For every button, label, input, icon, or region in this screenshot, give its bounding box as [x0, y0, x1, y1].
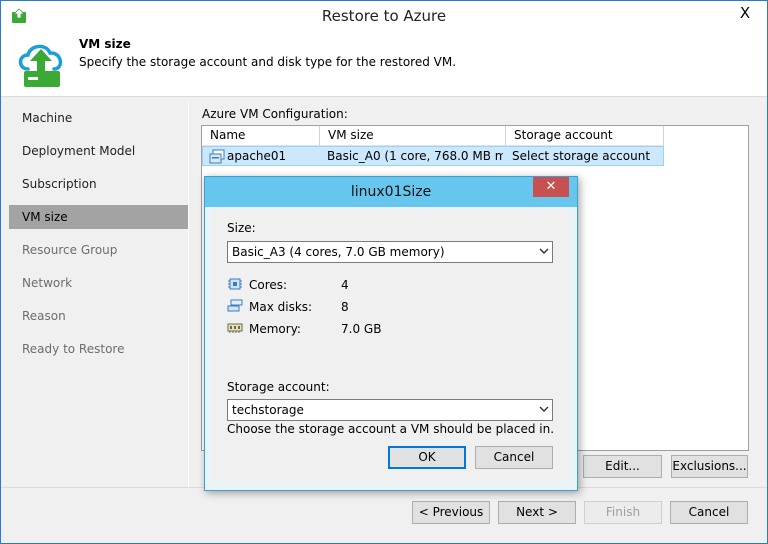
table-row[interactable]: apache01 Basic_A0 (1 core, 768.0 MB me..…: [202, 146, 664, 166]
dialog-title-bar: linux01Size ✕: [205, 177, 577, 207]
step-vm-size[interactable]: VM size: [9, 205, 188, 229]
exclusions-button[interactable]: Exclusions...: [671, 455, 748, 478]
previous-button[interactable]: < Previous: [412, 501, 490, 524]
memory-label: Memory:: [249, 322, 301, 336]
dialog-close-button[interactable]: ✕: [533, 177, 569, 197]
cores-label: Cores:: [249, 278, 288, 292]
column-header-vm-size[interactable]: VM size: [320, 126, 506, 146]
size-dropdown-value: Basic_A3 (4 cores, 7.0 GB memory): [232, 245, 445, 259]
disks-icon: [227, 299, 243, 312]
memory-icon: [227, 323, 243, 333]
storage-account-dropdown[interactable]: techstorage: [227, 399, 553, 421]
storage-account-label: Storage account:: [227, 380, 330, 394]
step-subscription[interactable]: Subscription: [9, 172, 188, 196]
size-label: Size:: [227, 221, 256, 235]
title-bar: Restore to Azure X: [1, 1, 767, 31]
dialog-cancel-button[interactable]: Cancel: [475, 446, 553, 469]
vm-size-dialog: linux01Size ✕ Size: Basic_A3 (4 cores, 7…: [204, 176, 578, 491]
row-name: apache01: [227, 149, 287, 163]
step-network: Network: [22, 276, 73, 290]
size-dropdown[interactable]: Basic_A3 (4 cores, 7.0 GB memory): [227, 241, 553, 263]
steps-divider: [188, 101, 189, 487]
step-ready-to-restore: Ready to Restore: [22, 342, 125, 356]
cancel-button[interactable]: Cancel: [670, 501, 748, 524]
edit-button[interactable]: Edit...: [583, 455, 662, 478]
row-storage-account: Select storage account: [512, 149, 651, 163]
max-disks-value: 8: [341, 300, 349, 314]
dialog-title: linux01Size: [350, 184, 432, 200]
step-reason: Reason: [22, 309, 66, 323]
cpu-icon: [228, 278, 242, 290]
row-vm-size: Basic_A0 (1 core, 768.0 MB me...: [327, 149, 503, 163]
cores-value: 4: [341, 278, 349, 292]
page-title: VM size: [79, 37, 131, 51]
chevron-down-icon: [539, 406, 549, 412]
max-disks-label: Max disks:: [249, 300, 313, 314]
column-header-storage-account[interactable]: Storage account: [506, 126, 664, 146]
storage-account-hint: Choose the storage account a VM should b…: [227, 422, 555, 436]
finish-button: Finish: [584, 501, 662, 524]
azure-vm-config-label: Azure VM Configuration:: [202, 107, 348, 121]
step-deployment-model[interactable]: Deployment Model: [9, 139, 188, 163]
step-resource-group: Resource Group: [22, 243, 118, 257]
dialog-body: Size: Basic_A3 (4 cores, 7.0 GB memory) …: [213, 208, 569, 483]
wizard-steps: Machine Deployment Model Subscription VM…: [9, 101, 188, 487]
step-machine[interactable]: Machine: [9, 106, 188, 130]
window-close-button[interactable]: X: [724, 2, 766, 26]
storage-account-dropdown-value: techstorage: [232, 403, 304, 417]
cloud-upload-icon: [18, 44, 63, 87]
next-button[interactable]: Next >: [498, 501, 576, 524]
table-header: Name VM size Storage account: [202, 126, 664, 146]
wizard-header: VM size Specify the storage account and …: [1, 31, 767, 97]
chevron-down-icon: [539, 248, 549, 254]
window-title: Restore to Azure: [321, 7, 447, 25]
memory-value: 7.0 GB: [341, 322, 382, 336]
restore-to-azure-window: Restore to Azure X VM size Specify the s…: [0, 0, 768, 544]
column-header-name[interactable]: Name: [202, 126, 320, 146]
vm-icon: [209, 149, 225, 164]
page-description: Specify the storage account and disk typ…: [79, 55, 457, 69]
ok-button[interactable]: OK: [388, 446, 466, 469]
